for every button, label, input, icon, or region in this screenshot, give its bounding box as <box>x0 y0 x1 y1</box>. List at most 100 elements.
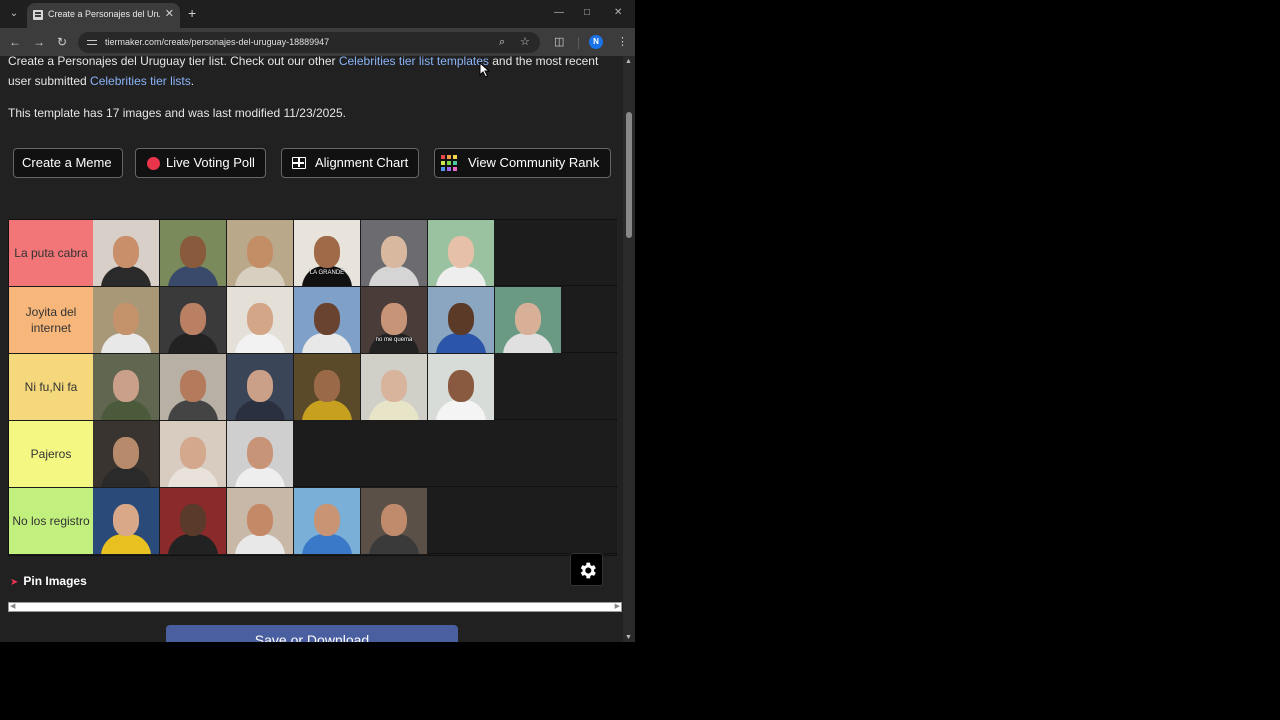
pin-images-label: Pin Images <box>23 574 87 588</box>
tier-image[interactable] <box>160 488 226 554</box>
vertical-scrollbar[interactable]: ▲ ▼ <box>623 56 635 642</box>
tier-image[interactable] <box>93 287 159 353</box>
image-caption: LA GRANDE <box>309 270 345 276</box>
tier-image[interactable] <box>361 220 427 286</box>
menu-icon[interactable]: ⋮ <box>617 34 628 50</box>
record-dot-icon <box>147 157 160 170</box>
reload-icon[interactable]: ↻ <box>57 34 67 50</box>
tier-label[interactable]: No los registro <box>9 488 93 554</box>
gear-icon <box>580 562 596 579</box>
pin-images-toggle[interactable]: ➤ Pin Images <box>10 574 87 588</box>
person-silhouette-head <box>180 303 206 335</box>
tier-row[interactable]: Joyita del internet no me quema <box>9 287 617 353</box>
create-meme-label: Create a Meme <box>22 155 112 170</box>
tier-label[interactable]: Joyita del internet <box>9 287 93 353</box>
tier-image[interactable] <box>227 488 293 554</box>
person-silhouette-head <box>113 303 139 335</box>
tier-image[interactable] <box>428 220 494 286</box>
window-close-icon[interactable]: ✕ <box>614 6 622 20</box>
celebrities-lists-link[interactable]: Celebrities tier lists <box>90 74 191 88</box>
tier-label[interactable]: Pajeros <box>9 421 93 487</box>
person-silhouette-head <box>448 236 474 268</box>
maximize-icon[interactable]: □ <box>584 6 590 20</box>
person-silhouette-body <box>101 333 151 353</box>
person-silhouette-body <box>503 333 553 353</box>
profile-avatar[interactable]: N <box>589 35 603 49</box>
tier-image[interactable] <box>294 287 360 353</box>
tier-image[interactable] <box>93 488 159 554</box>
address-bar[interactable]: tiermaker.com/create/personajes-del-urug… <box>78 32 540 53</box>
person-silhouette-body <box>436 400 486 420</box>
tier-list: La puta cabra LA GRANDE Joyita del interne… <box>8 219 617 556</box>
alignment-chart-button[interactable]: Alignment Chart <box>281 148 419 178</box>
close-icon[interactable]: ✕ <box>165 7 174 21</box>
person-silhouette-head <box>180 236 206 268</box>
toolbar-divider <box>578 37 579 49</box>
tier-image[interactable] <box>428 354 494 420</box>
tier-image[interactable] <box>227 421 293 487</box>
tier-image[interactable] <box>227 287 293 353</box>
tier-image[interactable] <box>361 354 427 420</box>
person-silhouette-body <box>101 400 151 420</box>
scroll-right-icon[interactable]: ▶ <box>615 603 620 611</box>
browser-tab[interactable]: Create a Personajes del Uruguay ✕ <box>27 3 180 28</box>
tier-label[interactable]: Ni fu,Ni fa <box>9 354 93 420</box>
save-download-button[interactable]: Save or Download <box>166 625 458 642</box>
person-silhouette-body <box>235 400 285 420</box>
tier-row[interactable]: No los registro <box>9 488 617 554</box>
tier-label[interactable]: La puta cabra <box>9 220 93 286</box>
tier-image[interactable] <box>93 220 159 286</box>
tier-image[interactable] <box>428 287 494 353</box>
grid-icon <box>292 157 306 169</box>
tier-image[interactable] <box>93 421 159 487</box>
scroll-left-icon[interactable]: ◀ <box>10 603 15 611</box>
browser-toolbar: ← → ↻ tiermaker.com/create/personajes-de… <box>0 28 635 56</box>
tier-image[interactable] <box>160 220 226 286</box>
settings-button[interactable] <box>570 553 603 586</box>
person-silhouette-head <box>381 370 407 402</box>
tier-image[interactable] <box>361 488 427 554</box>
back-icon[interactable]: ← <box>9 34 21 50</box>
person-silhouette-body <box>101 266 151 286</box>
person-silhouette-head <box>314 504 340 536</box>
create-meme-button[interactable]: Create a Meme <box>13 148 123 178</box>
extensions-icon[interactable]: ◫ <box>554 34 564 50</box>
tier-image[interactable] <box>294 488 360 554</box>
person-silhouette-body <box>369 333 419 353</box>
tier-image[interactable] <box>495 287 561 353</box>
view-community-rank-button[interactable]: View Community Rank <box>434 148 611 178</box>
scrollbar-thumb[interactable] <box>626 112 632 238</box>
person-silhouette-head <box>314 303 340 335</box>
tier-image[interactable] <box>160 287 226 353</box>
site-info-icon[interactable] <box>87 37 97 47</box>
scroll-up-icon[interactable]: ▲ <box>625 58 632 65</box>
person-silhouette-body <box>436 266 486 286</box>
person-silhouette-body <box>168 266 218 286</box>
tier-row[interactable]: La puta cabra LA GRANDE <box>9 220 617 286</box>
tier-image[interactable] <box>294 354 360 420</box>
star-icon[interactable]: ☆ <box>520 35 530 49</box>
tab-search-icon[interactable]: ⌄ <box>5 5 23 23</box>
person-silhouette-body <box>369 534 419 554</box>
scroll-down-icon[interactable]: ▼ <box>625 634 632 641</box>
person-silhouette-head <box>247 504 273 536</box>
tier-row[interactable]: Pajeros <box>9 421 617 487</box>
tier-image[interactable] <box>160 354 226 420</box>
celebrities-templates-link[interactable]: Celebrities tier list templates <box>339 56 489 68</box>
tier-image[interactable] <box>160 421 226 487</box>
tier-row[interactable]: Ni fu,Ni fa <box>9 354 617 420</box>
tier-image[interactable] <box>93 354 159 420</box>
tier-image[interactable]: no me quema <box>361 287 427 353</box>
forward-icon[interactable]: → <box>33 34 45 50</box>
tier-image[interactable]: LA GRANDE <box>294 220 360 286</box>
plus-icon[interactable]: + <box>188 5 196 21</box>
zoom-icon[interactable]: ⌕ <box>499 35 505 49</box>
cursor-icon <box>479 62 491 78</box>
tier-image[interactable] <box>227 354 293 420</box>
horizontal-scrollbar[interactable]: ◀ ▶ <box>8 602 622 612</box>
live-voting-poll-button[interactable]: Live Voting Poll <box>135 148 266 178</box>
favicon-icon <box>33 10 43 20</box>
tier-image[interactable] <box>227 220 293 286</box>
minimize-icon[interactable]: — <box>554 6 564 20</box>
person-silhouette-head <box>448 370 474 402</box>
